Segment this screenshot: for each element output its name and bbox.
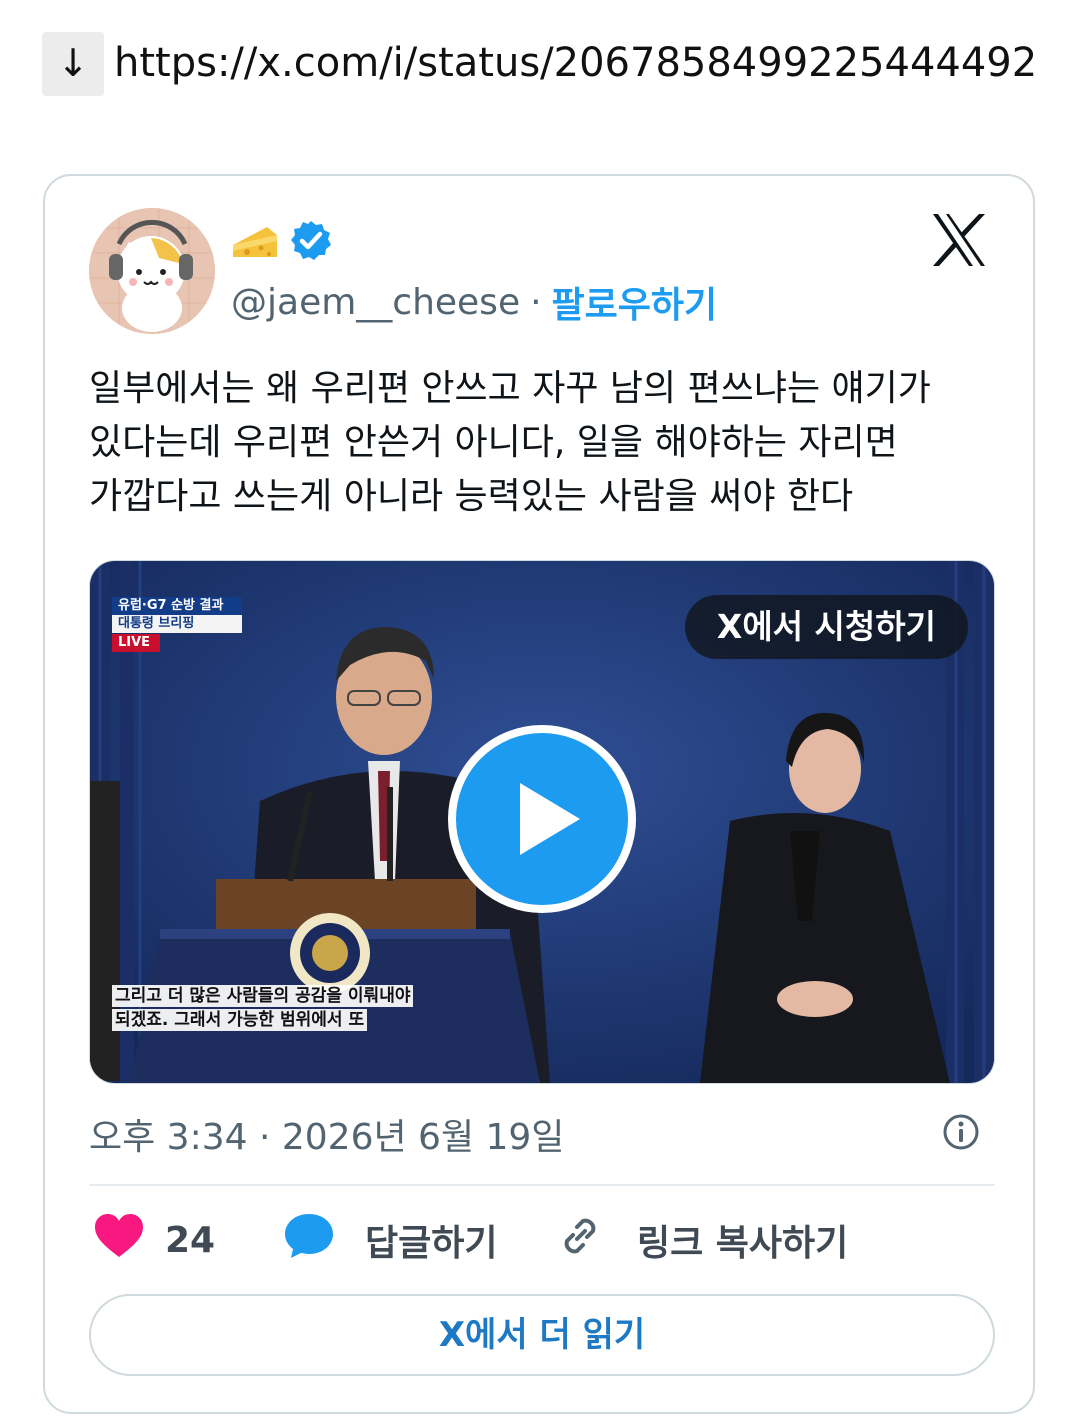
- video-player[interactable]: 유럽·G7 순방 결과 대통령 브리핑 LIVE X에서 시청하기 그리고 더 …: [89, 560, 995, 1084]
- broadcast-badge: 유럽·G7 순방 결과 대통령 브리핑 LIVE: [112, 597, 242, 652]
- copy-link-label: 링크 복사하기: [637, 1223, 849, 1264]
- tweet-embed-card[interactable]: @jaem__cheese · 팔로우하기 일부에서는 왜 우리편 안쓰고 자꾸…: [43, 174, 1035, 1414]
- x-logo-icon[interactable]: [929, 210, 989, 270]
- video-captions: 그리고 더 많은 사람들의 공감을 이뤄내야 되겠죠. 그래서 가능한 범위에서…: [112, 985, 414, 1033]
- speech-bubble-icon: [283, 1212, 335, 1269]
- like-count: 24: [165, 1219, 216, 1261]
- copy-link-button[interactable]: 링크 복사하기: [555, 1210, 848, 1270]
- follow-button[interactable]: 팔로우하기: [552, 276, 718, 328]
- verified-badge-icon: [289, 219, 333, 267]
- badge-line-1: 유럽·G7 순방 결과: [112, 597, 242, 615]
- info-icon[interactable]: [941, 1112, 981, 1152]
- caption-line: 그리고 더 많은 사람들의 공감을 이뤄내야: [112, 985, 414, 1007]
- read-more-on-x-button[interactable]: X에서 더 읽기: [89, 1294, 995, 1376]
- status-url-link[interactable]: https://x.com/i/status/20678584992254444…: [114, 40, 1037, 86]
- display-name-row: [231, 218, 333, 268]
- heart-icon: [93, 1213, 145, 1268]
- tweet-text-line: 일부에서는 왜 우리편 안쓰고 자꾸 남의 편쓰냐는 얘기가: [89, 368, 931, 409]
- handle-row: @jaem__cheese · 팔로우하기: [231, 276, 717, 328]
- reply-button[interactable]: 답글하기: [283, 1210, 497, 1270]
- tweet-timestamp[interactable]: 오후 3:34 · 2026년 6월 19일: [89, 1108, 564, 1160]
- url-line: ↓ https://x.com/i/status/2067858499225444…: [42, 32, 1042, 96]
- separator-dot: ·: [530, 281, 542, 323]
- like-button[interactable]: 24: [93, 1210, 215, 1270]
- tweet-text-line: 있다는데 우리편 안쓴거 아니다, 일을 해야하는 자리면: [89, 422, 898, 463]
- play-button[interactable]: [448, 725, 636, 913]
- tweet-text-line: 가깝다고 쓰는게 아니라 능력있는 사람을 써야 한다: [89, 476, 854, 517]
- caption-line: 되겠죠. 그래서 가능한 범위에서 또: [112, 1009, 368, 1031]
- tweet-text: 일부에서는 왜 우리편 안쓰고 자꾸 남의 편쓰냐는 얘기가 있다는데 우리편 …: [89, 362, 999, 524]
- live-badge: LIVE: [112, 634, 160, 652]
- cheese-emoji-icon: [231, 221, 279, 265]
- watch-on-x-button[interactable]: X에서 시청하기: [684, 595, 968, 659]
- down-arrow-icon[interactable]: ↓: [42, 32, 104, 96]
- avatar[interactable]: [89, 208, 215, 334]
- link-icon: [555, 1211, 605, 1270]
- badge-line-2: 대통령 브리핑: [112, 615, 242, 633]
- divider: [89, 1184, 995, 1186]
- reply-label: 답글하기: [365, 1223, 498, 1264]
- play-icon: [520, 783, 580, 855]
- user-handle[interactable]: @jaem__cheese: [231, 282, 520, 323]
